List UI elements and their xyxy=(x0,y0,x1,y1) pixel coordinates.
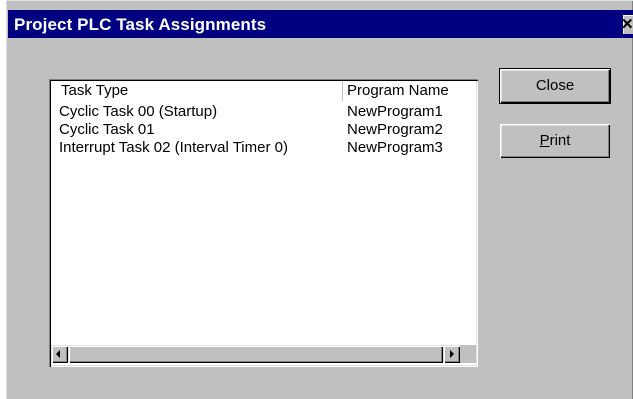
close-icon: ✕ xyxy=(623,16,633,33)
close-window-button[interactable]: ✕ xyxy=(623,15,633,34)
arrow-left-icon xyxy=(56,350,60,358)
column-header-label: Task Type xyxy=(61,82,129,99)
arrow-right-icon xyxy=(450,350,454,358)
close-button-label: Close xyxy=(535,77,575,94)
horizontal-scrollbar[interactable] xyxy=(51,345,476,363)
scroll-left-button[interactable] xyxy=(51,345,68,363)
list-header: Task Type Program Name xyxy=(51,81,463,101)
list-item[interactable]: Cyclic Task 00 (Startup) NewProgram1 xyxy=(51,103,463,121)
list-rows: Cyclic Task 00 (Startup) NewProgram1 Cyc… xyxy=(51,103,463,157)
print-mnemonic: P xyxy=(539,132,550,149)
column-header-program-name[interactable]: Program Name xyxy=(342,81,463,101)
print-button-label: rint xyxy=(549,132,571,149)
title-bar[interactable]: Project PLC Task Assignments ✕ xyxy=(8,10,633,38)
scroll-right-button[interactable] xyxy=(443,345,460,363)
close-button[interactable]: Close xyxy=(500,69,610,103)
column-header-task-type[interactable]: Task Type xyxy=(51,81,342,101)
window-title: Project PLC Task Assignments xyxy=(14,15,267,34)
task-type-cell: Interrupt Task 02 (Interval Timer 0) xyxy=(59,139,288,156)
task-assignment-list[interactable]: Task Type Program Name Cyclic Task 00 (S… xyxy=(49,79,478,367)
program-name-cell: NewProgram1 xyxy=(347,103,443,120)
task-type-cell: Cyclic Task 01 xyxy=(59,121,155,138)
dialog-window: Project PLC Task Assignments ✕ Task Type… xyxy=(6,0,633,399)
program-name-cell: NewProgram3 xyxy=(347,139,443,156)
list-item[interactable]: Cyclic Task 01 NewProgram2 xyxy=(51,121,463,139)
program-name-cell: NewProgram2 xyxy=(347,121,443,138)
column-header-label: Program Name xyxy=(347,82,449,99)
list-item[interactable]: Interrupt Task 02 (Interval Timer 0) New… xyxy=(51,139,463,157)
task-type-cell: Cyclic Task 00 (Startup) xyxy=(59,103,218,120)
print-button[interactable]: Print xyxy=(500,124,610,158)
scrollbar-thumb[interactable] xyxy=(68,345,443,363)
